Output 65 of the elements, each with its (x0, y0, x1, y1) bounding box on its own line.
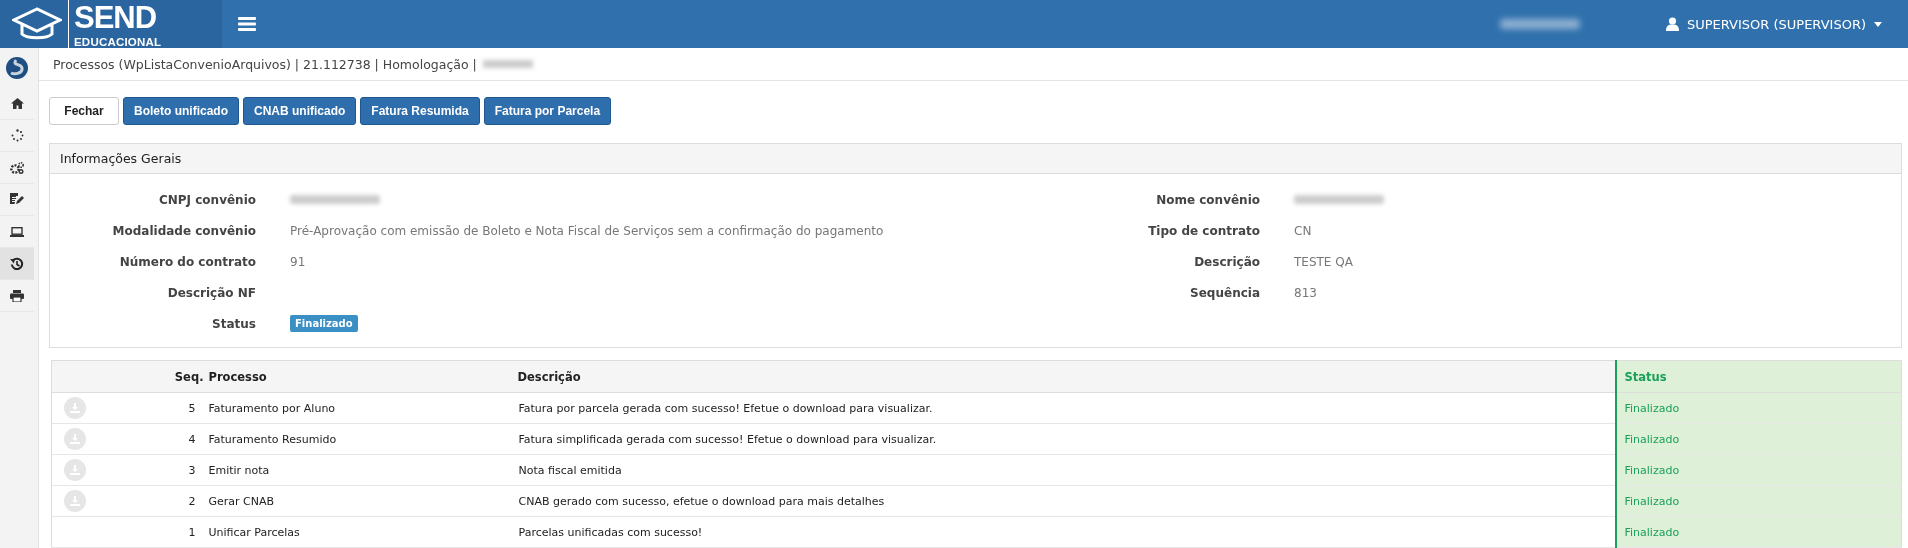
logo-text: SEND EDUCACIONAL (68, 0, 162, 48)
table-cell: Fatura por parcela gerada com sucesso! Efetue o download para visualizar. (517, 392, 1616, 424)
field-label: Número do contrato (118, 254, 256, 269)
laptop-icon (10, 226, 24, 237)
table-cell: Nota fiscal emitida (517, 454, 1616, 486)
blurred-text (482, 60, 533, 68)
action-button[interactable]: Fatura por Parcela (483, 97, 612, 125)
field-value: 813 (1294, 285, 1317, 300)
field-label: Tipo de contrato (1147, 223, 1260, 238)
sidebar-item[interactable] (0, 248, 34, 280)
caret-icon (1874, 21, 1882, 27)
download-icon (70, 434, 80, 444)
menu-icon (238, 17, 256, 31)
table-cell: Unificar Parcelas (207, 516, 518, 548)
table-cell: Emitir nota (207, 454, 518, 486)
download-icon (70, 403, 80, 413)
field-label: Descrição (1193, 254, 1260, 269)
table-cell: Faturamento Resumido (207, 423, 518, 455)
table-cell: Finalizado (1615, 392, 1902, 424)
edit-icon (10, 193, 24, 206)
table-cell: 1 (151, 516, 208, 548)
table-cell: Finalizado (1615, 485, 1902, 517)
breadcrumb: Processos (WpListaConvenioArquivos) | 21.112738 | Homologação | (53, 56, 477, 72)
user-icon (1665, 17, 1679, 31)
table-cell: 4 (151, 423, 208, 455)
field-value: TESTE QA (1294, 254, 1353, 269)
spinner-icon (10, 129, 24, 142)
table-cell: Finalizado (1615, 516, 1902, 548)
table-cell: Finalizado (1615, 423, 1902, 455)
field-label: Modalidade convênio (111, 223, 256, 238)
field-label: Nome convênio (1155, 192, 1260, 207)
field-value: 91 (290, 254, 306, 269)
brand-logo-icon (5, 56, 29, 80)
user-menu[interactable]: SUPERVISOR (SUPERVISOR) (1659, 0, 1888, 48)
column-header: Processo (207, 360, 518, 393)
action-button[interactable]: Fechar (49, 97, 119, 125)
panel-title: Informações Gerais (60, 151, 182, 166)
table-cell: Faturamento por Aluno (207, 392, 518, 424)
table-cell: 2 (151, 485, 208, 517)
field-value: CN (1294, 223, 1312, 238)
field-label: Sequência (1189, 285, 1260, 300)
action-button[interactable]: Boleto unificado (123, 97, 239, 125)
action-button[interactable]: CNAB unificado (243, 97, 357, 125)
table-cell: 3 (151, 454, 208, 486)
table-cell: CNAB gerado com sucesso, efetue o download para mais detalhes (517, 485, 1616, 517)
table-cell: 5 (151, 392, 208, 424)
column-header: Descrição (517, 360, 1616, 393)
column-header: Status (1615, 360, 1902, 393)
action-button[interactable]: Fatura Resumida (360, 97, 480, 125)
table-cell: Parcelas unificadas com sucesso! (517, 516, 1616, 548)
status-badge: Finalizado (290, 315, 358, 332)
printer-icon (10, 289, 24, 302)
column-header: Seq. (151, 360, 208, 393)
history-icon (10, 256, 24, 271)
graduation-cap-icon (12, 7, 62, 41)
field-label: Status (211, 316, 256, 331)
download-icon (70, 496, 80, 506)
field-label: Descrição NF (166, 285, 256, 300)
field-label: CNPJ convênio (157, 192, 256, 207)
field-value: Pré-Aprovação com emissão de Boleto e Nota Fiscal de Serviços sem a confirmação do pagamento (290, 223, 884, 238)
download-icon (70, 465, 80, 475)
table-cell: Finalizado (1615, 454, 1902, 486)
home-icon (10, 98, 24, 109)
table-cell: Gerar CNAB (207, 485, 518, 517)
table-cell: Fatura simplificada gerada com sucesso! Efetue o download para visualizar. (517, 423, 1616, 455)
